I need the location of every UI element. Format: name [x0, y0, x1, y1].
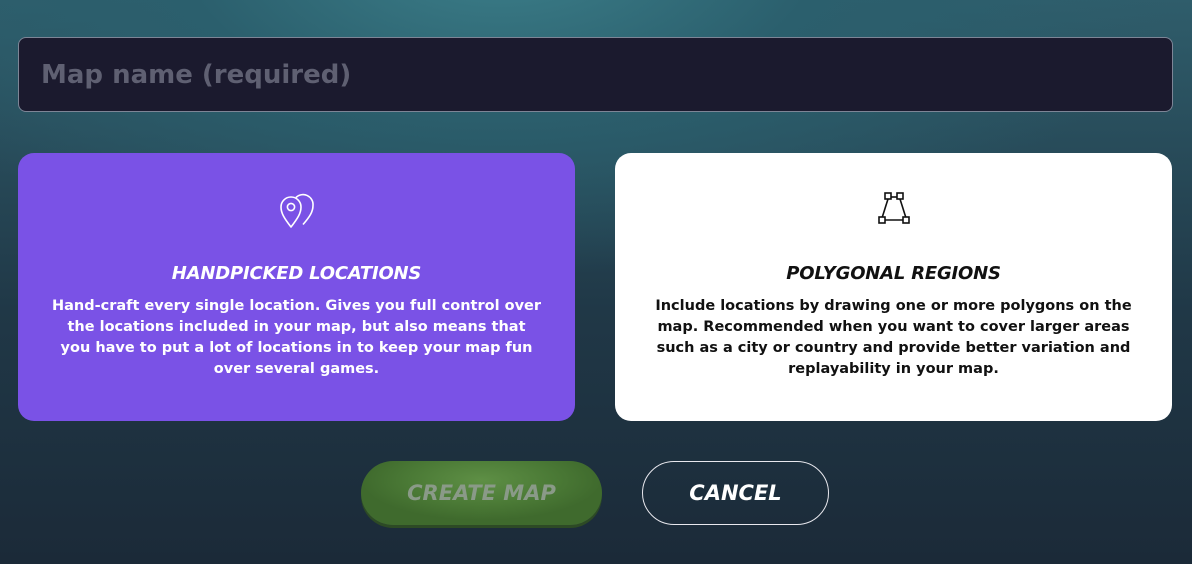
- card-title: POLYGONAL REGIONS: [786, 263, 1001, 284]
- cancel-button[interactable]: CANCEL: [642, 461, 829, 525]
- location-pins-icon: [275, 187, 319, 231]
- handpicked-locations-card[interactable]: HANDPICKED LOCATIONS Hand-craft every si…: [18, 153, 575, 421]
- map-name-input[interactable]: [18, 37, 1173, 112]
- card-description: Include locations by drawing one or more…: [655, 298, 1132, 377]
- polygonal-regions-card[interactable]: POLYGONAL REGIONS Include locations by d…: [615, 153, 1172, 421]
- polygon-icon: [872, 187, 916, 231]
- card-title: HANDPICKED LOCATIONS: [171, 263, 422, 284]
- card-description: Hand-craft every single location. Gives …: [51, 298, 542, 377]
- create-map-button[interactable]: CREATE MAP: [361, 461, 602, 525]
